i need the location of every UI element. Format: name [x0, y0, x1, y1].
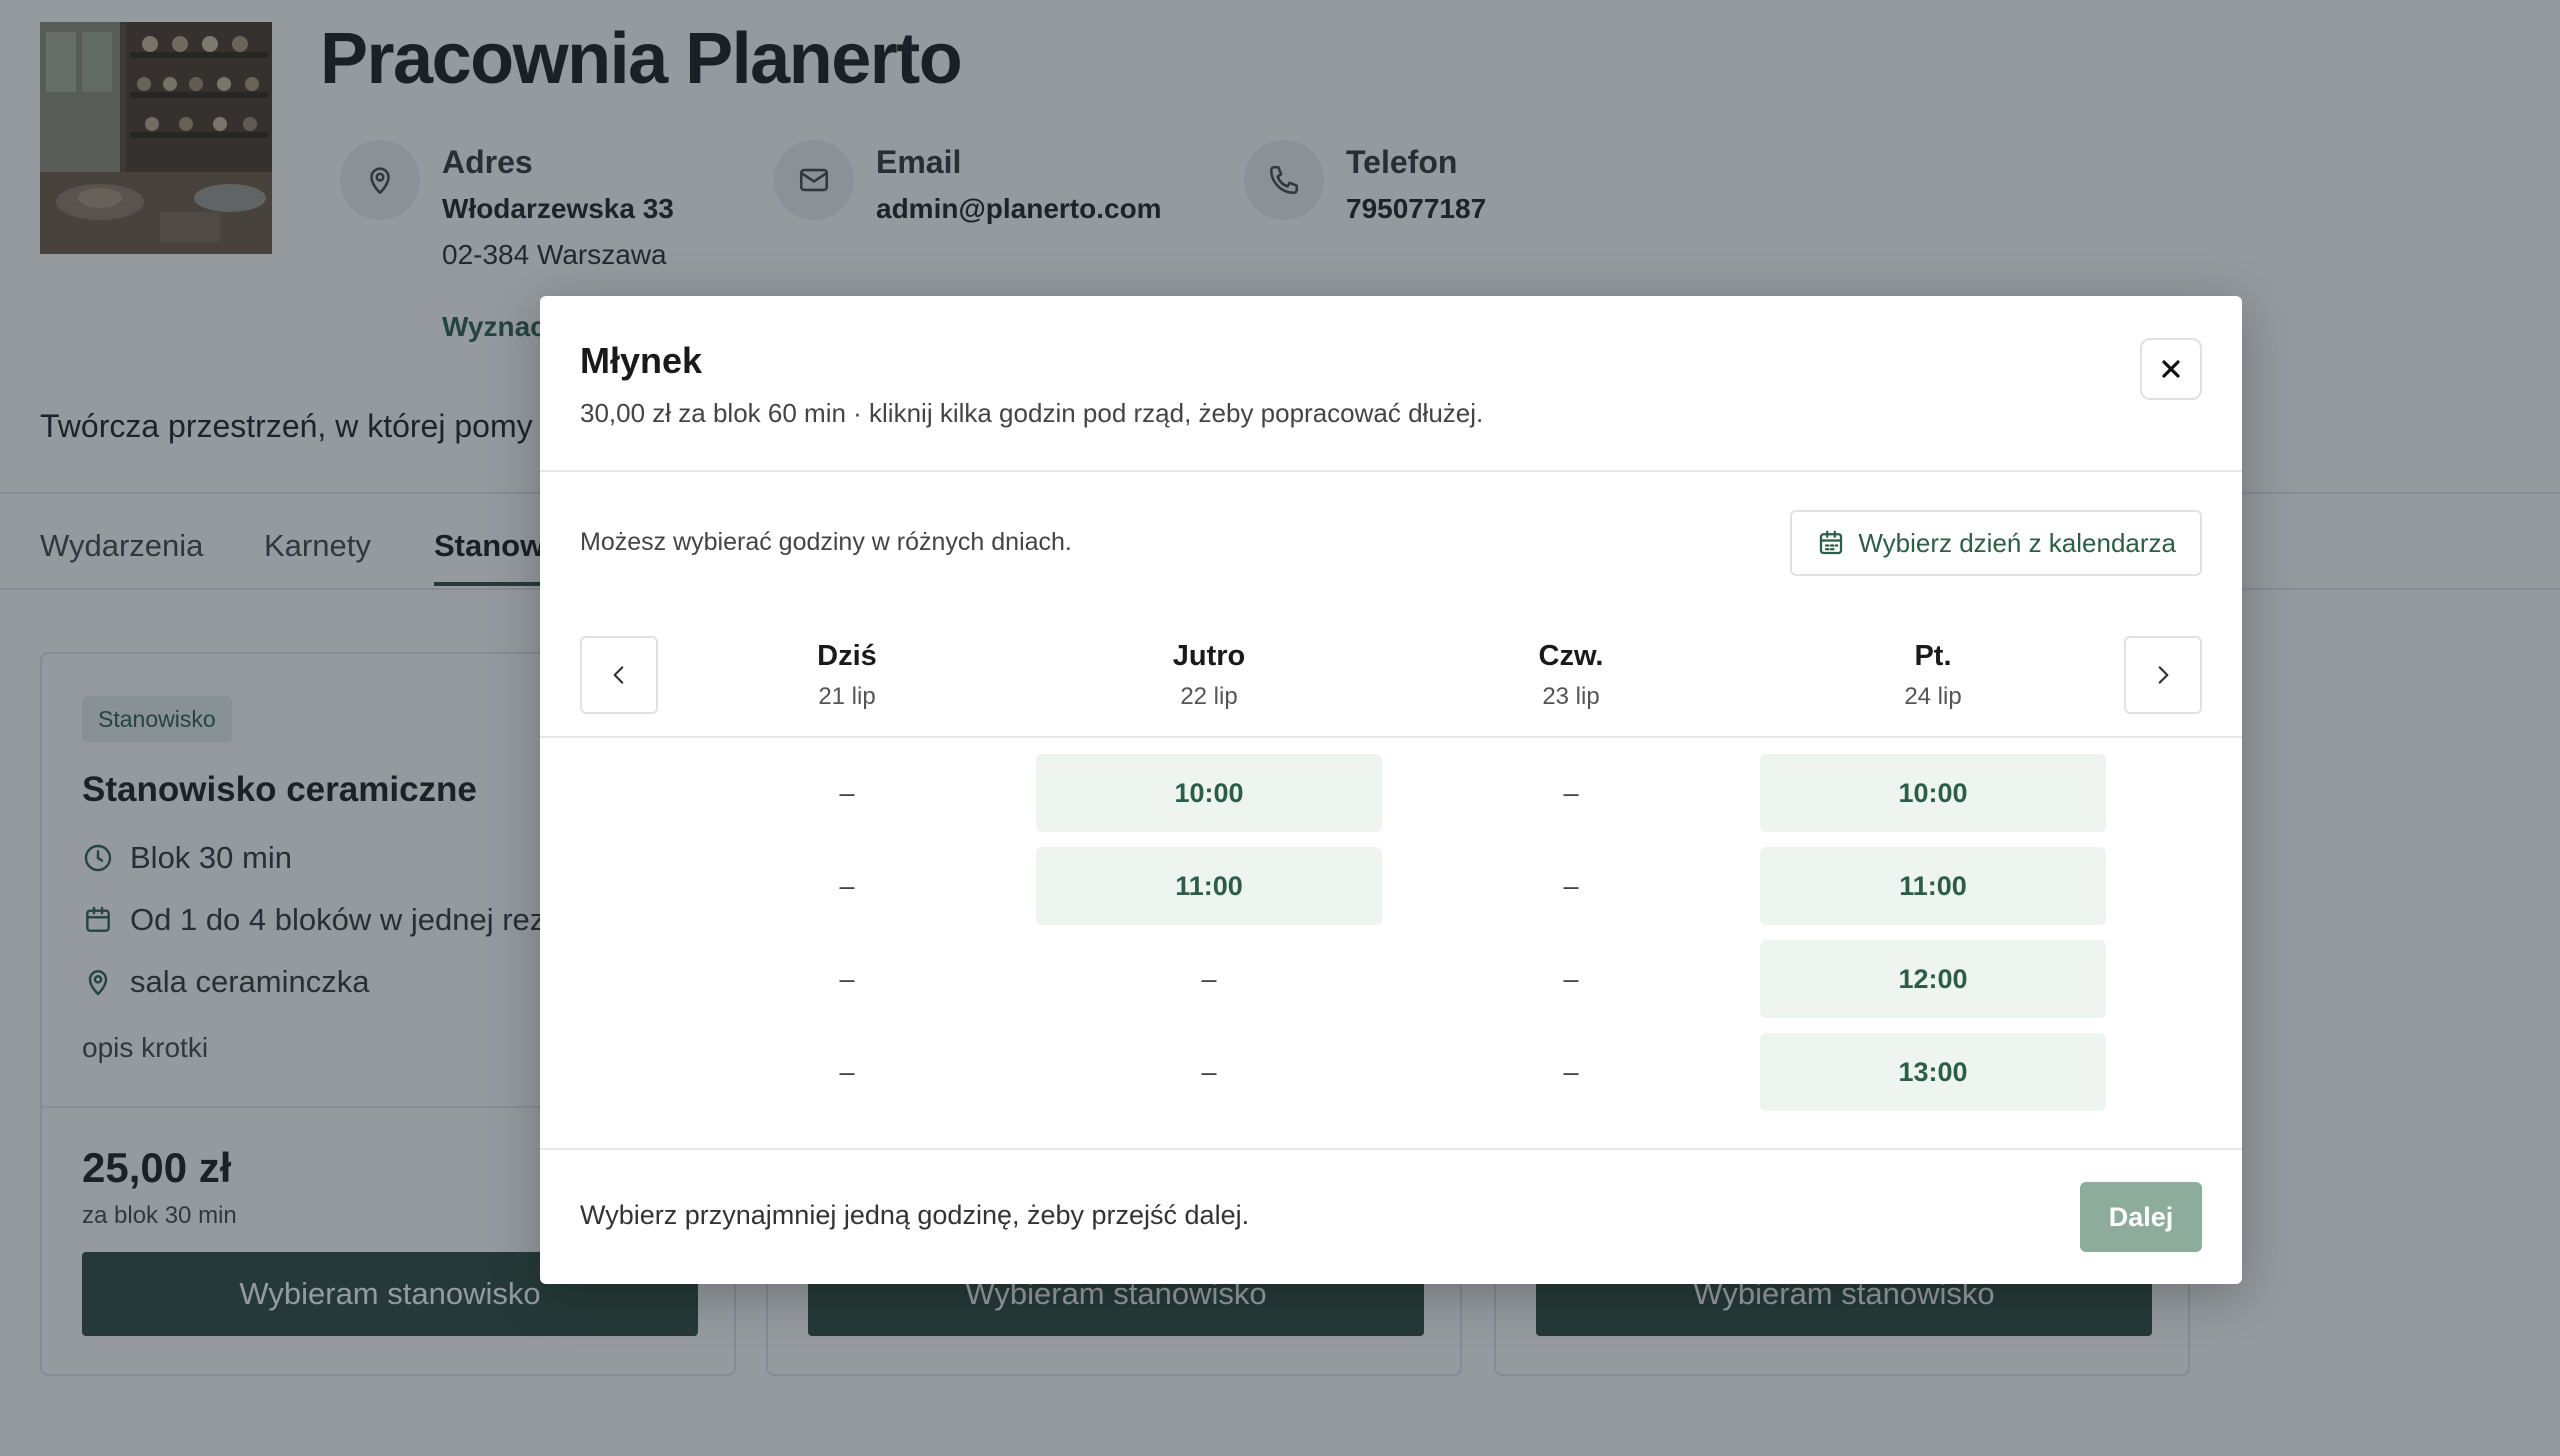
- pick-calendar-day-button[interactable]: Wybierz dzień z kalendarza: [1790, 510, 2202, 576]
- time-slot-unavailable: –: [1563, 870, 1579, 901]
- close-button[interactable]: [2140, 338, 2202, 400]
- time-slot-unavailable: –: [1563, 777, 1579, 808]
- day-header: Czw. 23 lip: [1398, 640, 1744, 711]
- multi-day-hint: Możesz wybierać godziny w różnych dniach…: [580, 528, 1072, 556]
- previous-days-button[interactable]: [580, 636, 658, 714]
- day-name: Jutro: [1172, 640, 1246, 672]
- time-slot-unavailable: –: [1201, 963, 1217, 994]
- close-icon: [2162, 360, 2180, 378]
- time-slot[interactable]: 10:00: [1036, 754, 1382, 832]
- calendar-icon: [1820, 530, 1843, 555]
- time-slot[interactable]: 13:00: [1760, 1033, 2106, 1111]
- day-header: Dziś 21 lip: [674, 640, 1020, 711]
- time-slot[interactable]: 12:00: [1760, 940, 2106, 1018]
- day-header: Jutro 22 lip: [1036, 640, 1382, 711]
- modal-divider: [540, 1148, 2242, 1150]
- time-slot-unavailable: –: [839, 777, 855, 808]
- day-date: 21 lip: [818, 683, 876, 710]
- time-slot[interactable]: 10:00: [1760, 754, 2106, 832]
- modal-divider: [540, 736, 2242, 738]
- modal-title: Młynek: [580, 340, 703, 381]
- day-date: 24 lip: [1904, 683, 1962, 710]
- time-slot-unavailable: –: [839, 963, 855, 994]
- day-header: Pt. 24 lip: [1760, 640, 2106, 711]
- day-name: Czw.: [1538, 640, 1604, 672]
- day-date: 23 lip: [1542, 683, 1600, 710]
- time-slot-unavailable: –: [1563, 1056, 1579, 1087]
- modal-subtitle: 30,00 zł za blok 60 min · kliknij kilka …: [580, 398, 1484, 428]
- day-name: Dziś: [817, 640, 877, 672]
- next-days-button[interactable]: [2124, 636, 2202, 714]
- next-button[interactable]: Dalej: [2080, 1182, 2202, 1252]
- modal-divider: [540, 470, 2242, 472]
- time-slot-unavailable: –: [839, 870, 855, 901]
- day-date: 22 lip: [1180, 683, 1238, 710]
- chevron-right-icon: [2158, 666, 2169, 684]
- booking-modal: Młynek 30,00 zł za blok 60 min · kliknij…: [540, 296, 2242, 1284]
- day-name: Pt.: [1914, 640, 1952, 672]
- time-slot-unavailable: –: [839, 1056, 855, 1087]
- selection-hint: Wybierz przynajmniej jedną godzinę, żeby…: [580, 1200, 1250, 1230]
- time-slot[interactable]: 11:00: [1760, 847, 2106, 925]
- calendar-button-label: Wybierz dzień z kalendarza: [1858, 527, 2176, 558]
- time-slot[interactable]: 11:00: [1036, 847, 1382, 925]
- time-slot-unavailable: –: [1563, 963, 1579, 994]
- time-slot-unavailable: –: [1201, 1056, 1217, 1087]
- chevron-left-icon: [613, 666, 624, 684]
